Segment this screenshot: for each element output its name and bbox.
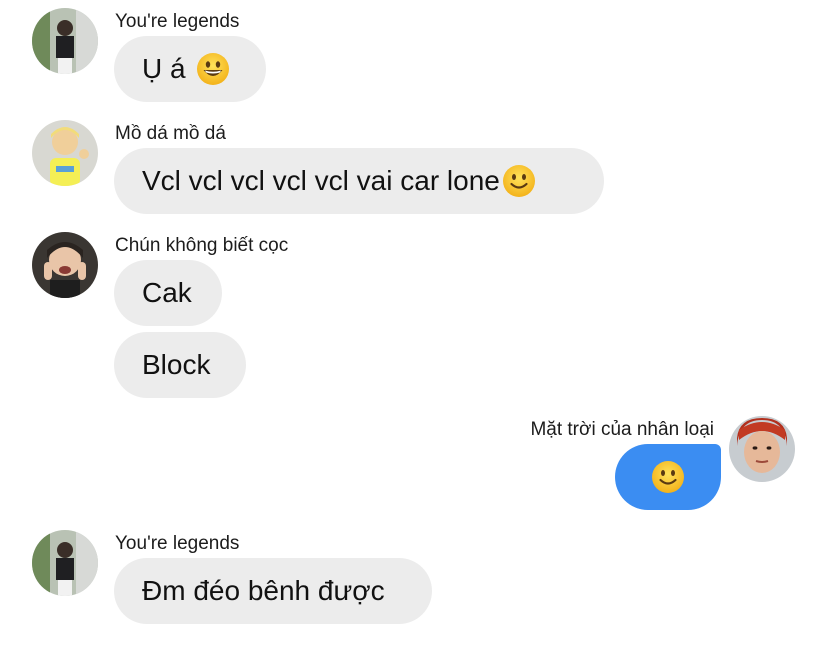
message-bubble[interactable] bbox=[615, 444, 721, 510]
avatar[interactable] bbox=[729, 416, 795, 482]
avatar[interactable] bbox=[32, 8, 98, 74]
message-text: Cak bbox=[142, 277, 192, 308]
message-text: Ụ á bbox=[142, 53, 186, 84]
avatar-photo bbox=[32, 530, 98, 596]
message-text: Đm đéo bênh được bbox=[142, 575, 385, 606]
message-text: Vcl vcl vcl vcl vcl vai car lone bbox=[142, 165, 500, 196]
message-bubble[interactable]: Ụ á bbox=[114, 36, 266, 102]
avatar[interactable] bbox=[32, 232, 98, 298]
sender-name: You're legends bbox=[115, 533, 240, 554]
sender-name: Mặt trời của nhân loại bbox=[530, 419, 714, 440]
grinning-face-emoji-icon bbox=[196, 52, 230, 86]
avatar[interactable] bbox=[32, 530, 98, 596]
message-bubble[interactable]: Đm đéo bênh được bbox=[114, 558, 432, 624]
sender-name: You're legends bbox=[115, 11, 240, 32]
avatar-photo bbox=[32, 232, 98, 298]
slightly-smiling-face-emoji-icon bbox=[502, 164, 536, 198]
slightly-smiling-face-emoji-icon bbox=[651, 460, 685, 494]
sender-name: Chún không biết cọc bbox=[115, 235, 289, 256]
message-bubble[interactable]: Vcl vcl vcl vcl vcl vai car lone bbox=[114, 148, 604, 214]
avatar-photo bbox=[729, 416, 795, 482]
message-bubble[interactable]: Cak bbox=[114, 260, 222, 326]
avatar[interactable] bbox=[32, 120, 98, 186]
sender-name: Mồ dá mồ dá bbox=[115, 123, 226, 144]
avatar-photo bbox=[32, 8, 98, 74]
avatar-photo bbox=[32, 120, 98, 186]
message-text: Block bbox=[142, 349, 211, 380]
message-bubble[interactable]: Block bbox=[114, 332, 246, 398]
